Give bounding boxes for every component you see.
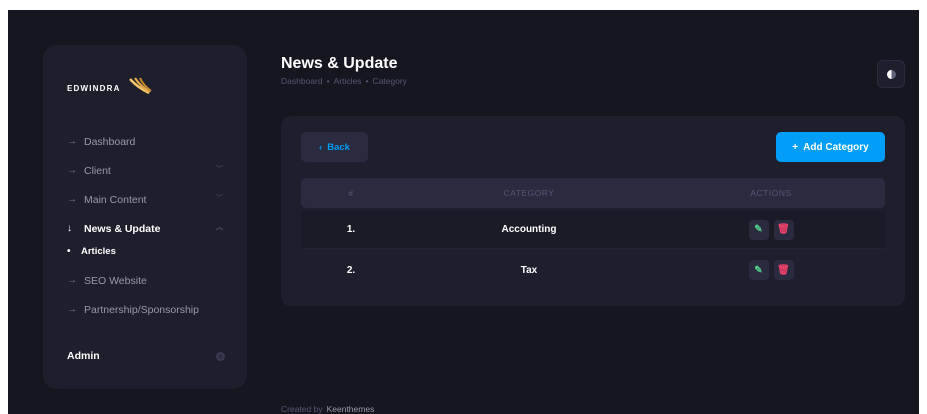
- sidebar-item-dashboard[interactable]: → Dashboard: [67, 127, 223, 156]
- sidebar-item-news-update[interactable]: ↓ News & Update ︿: [67, 214, 223, 243]
- footer: Created by Keenthemes: [281, 404, 374, 414]
- chevron-left-icon: ‹: [319, 141, 323, 153]
- footer-link[interactable]: Keenthemes: [327, 404, 375, 414]
- footer-text: Created by: [281, 404, 323, 414]
- table-row: 1. Accounting ✎ 🗑: [301, 211, 885, 249]
- sidebar-subitem-articles[interactable]: • Articles: [67, 240, 223, 262]
- breadcrumb-dashboard[interactable]: Dashboard: [281, 76, 323, 86]
- arrow-right-icon: →: [67, 304, 77, 315]
- trash-icon[interactable]: 🗑: [773, 260, 794, 280]
- settings-icon[interactable]: [216, 352, 225, 361]
- theme-toggle-button[interactable]: [877, 60, 905, 88]
- trash-icon[interactable]: 🗑: [773, 219, 794, 240]
- column-category: CATEGORY: [503, 188, 555, 198]
- sidebar-subitem-label: Articles: [81, 245, 116, 257]
- add-category-label: Add Category: [803, 141, 869, 153]
- sidebar-item-label: SEO Website: [84, 274, 147, 287]
- brand-logo[interactable]: EDWINDRA: [67, 77, 153, 100]
- chevron-down-icon: ﹀: [216, 195, 223, 202]
- back-button[interactable]: ‹ Back: [301, 132, 368, 162]
- table-row: 2. Tax ✎ 🗑: [301, 251, 885, 289]
- page-title: News & Update: [281, 55, 398, 72]
- sidebar-item-label: Partnership/Sponsorship: [84, 303, 199, 316]
- table-header: # CATEGORY ACTIONS: [301, 178, 885, 208]
- wheat-icon: [127, 77, 153, 100]
- arrow-right-icon: →: [67, 136, 77, 147]
- sidebar-item-label: News & Update: [84, 222, 161, 235]
- brand-name: EDWINDRA: [67, 84, 121, 93]
- column-number: #: [348, 188, 354, 198]
- row-actions: ✎ 🗑: [657, 260, 885, 280]
- sidebar-item-label: Client: [84, 164, 111, 177]
- breadcrumb-separator: •: [326, 76, 330, 86]
- row-actions: ✎ 🗑: [657, 219, 885, 240]
- row-number: 2.: [346, 264, 356, 276]
- bullet-icon: •: [67, 245, 71, 257]
- sidebar-item-main-content[interactable]: → Main Content ﹀: [67, 185, 223, 214]
- arrow-down-icon: ↓: [67, 223, 72, 234]
- moon-icon: [886, 69, 896, 79]
- back-button-label: Back: [327, 141, 350, 153]
- sidebar: EDWINDRA → Dashboard → Client ﹀ → Main C…: [43, 45, 247, 389]
- arrow-right-icon: →: [67, 194, 77, 205]
- plus-icon: +: [792, 141, 799, 153]
- arrow-right-icon: →: [67, 165, 77, 176]
- edit-icon[interactable]: ✎: [748, 260, 769, 280]
- breadcrumb: Dashboard • Articles • Category: [281, 76, 407, 86]
- arrow-right-icon: →: [67, 275, 77, 286]
- chevron-up-icon: ︿: [216, 224, 223, 231]
- user-name[interactable]: Admin: [67, 350, 100, 362]
- app-frame: EDWINDRA → Dashboard → Client ﹀ → Main C…: [8, 10, 919, 414]
- breadcrumb-separator: •: [365, 76, 369, 86]
- sidebar-item-partnership[interactable]: → Partnership/Sponsorship: [67, 295, 223, 324]
- chevron-down-icon: ﹀: [216, 166, 223, 173]
- breadcrumb-category: Category: [372, 76, 407, 86]
- breadcrumb-articles[interactable]: Articles: [334, 76, 362, 86]
- edit-icon[interactable]: ✎: [748, 219, 769, 240]
- row-category: Accounting: [501, 224, 557, 235]
- column-actions: ACTIONS: [750, 188, 792, 198]
- sidebar-item-seo-website[interactable]: → SEO Website: [67, 266, 223, 295]
- row-number: 1.: [346, 224, 356, 235]
- sidebar-item-label: Dashboard: [84, 135, 136, 148]
- sidebar-item-label: Main Content: [84, 193, 147, 206]
- category-card: ‹ Back + Add Category # CATEGORY ACTIONS…: [281, 116, 905, 306]
- sidebar-item-client[interactable]: → Client ﹀: [67, 156, 223, 185]
- add-category-button[interactable]: + Add Category: [776, 132, 885, 162]
- sidebar-nav: → Dashboard → Client ﹀ → Main Content ﹀ …: [67, 127, 223, 324]
- row-category: Tax: [520, 264, 538, 276]
